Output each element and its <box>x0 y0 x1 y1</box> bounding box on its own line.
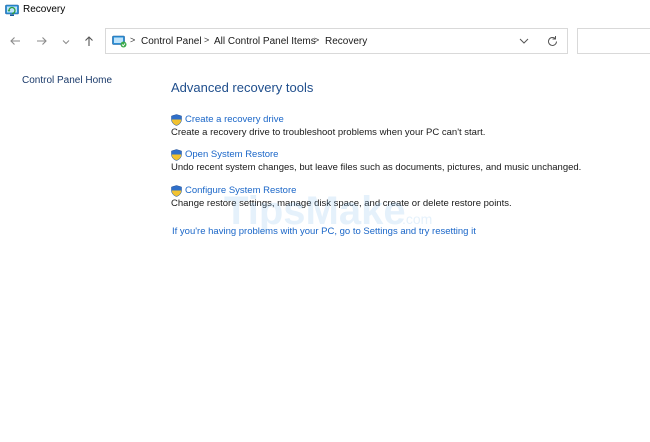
title-bar: Recovery <box>0 0 650 22</box>
uac-shield-icon <box>171 184 182 197</box>
svg-text:TipsMake: TipsMake <box>224 189 406 233</box>
address-bar[interactable]: > Control Panel > All Control Panel Item… <box>105 28 568 54</box>
open-system-restore-link[interactable]: Open System Restore <box>171 148 581 161</box>
recovery-window: Recovery > Control Panel > All Control P… <box>0 0 650 442</box>
tipsmake-watermark-logo: TipsMake .com <box>224 189 432 233</box>
task-open-system-restore: Open System Restore Undo recent system c… <box>171 148 581 173</box>
open-system-restore-description: Undo recent system changes, but leave fi… <box>171 162 582 173</box>
breadcrumb-all-control-panel-items[interactable]: All Control Panel Items <box>214 36 316 47</box>
uac-shield-icon <box>171 113 182 126</box>
breadcrumb-separator: > <box>314 35 320 45</box>
create-recovery-drive-description: Create a recovery drive to troubleshoot … <box>171 127 486 138</box>
create-recovery-drive-label[interactable]: Create a recovery drive <box>185 114 284 125</box>
page-title: Advanced recovery tools <box>171 80 314 95</box>
breadcrumb-separator: > <box>130 35 136 45</box>
breadcrumb-separator: > <box>204 35 210 45</box>
navigation-bar: > Control Panel > All Control Panel Item… <box>0 28 650 56</box>
refresh-icon[interactable] <box>546 35 559 48</box>
back-arrow-icon[interactable] <box>7 33 23 49</box>
control-panel-home-link[interactable]: Control Panel Home <box>22 75 112 86</box>
up-arrow-icon[interactable] <box>81 33 97 49</box>
search-box[interactable] <box>577 28 650 54</box>
forward-arrow-icon[interactable] <box>34 33 50 49</box>
control-panel-icon <box>112 35 127 48</box>
window-title: Recovery <box>23 4 66 15</box>
svg-text:.com: .com <box>402 211 432 227</box>
chevron-down-icon[interactable] <box>518 36 530 46</box>
task-create-recovery-drive: Create a recovery drive Create a recover… <box>171 113 485 138</box>
uac-shield-icon <box>171 148 182 161</box>
open-system-restore-label[interactable]: Open System Restore <box>185 149 278 160</box>
control-panel-recovery-icon <box>5 4 19 16</box>
breadcrumb-recovery[interactable]: Recovery <box>325 36 367 47</box>
breadcrumb-control-panel[interactable]: Control Panel <box>141 36 202 47</box>
create-recovery-drive-link[interactable]: Create a recovery drive <box>171 113 485 126</box>
recent-locations-chevron-icon[interactable] <box>58 34 74 50</box>
